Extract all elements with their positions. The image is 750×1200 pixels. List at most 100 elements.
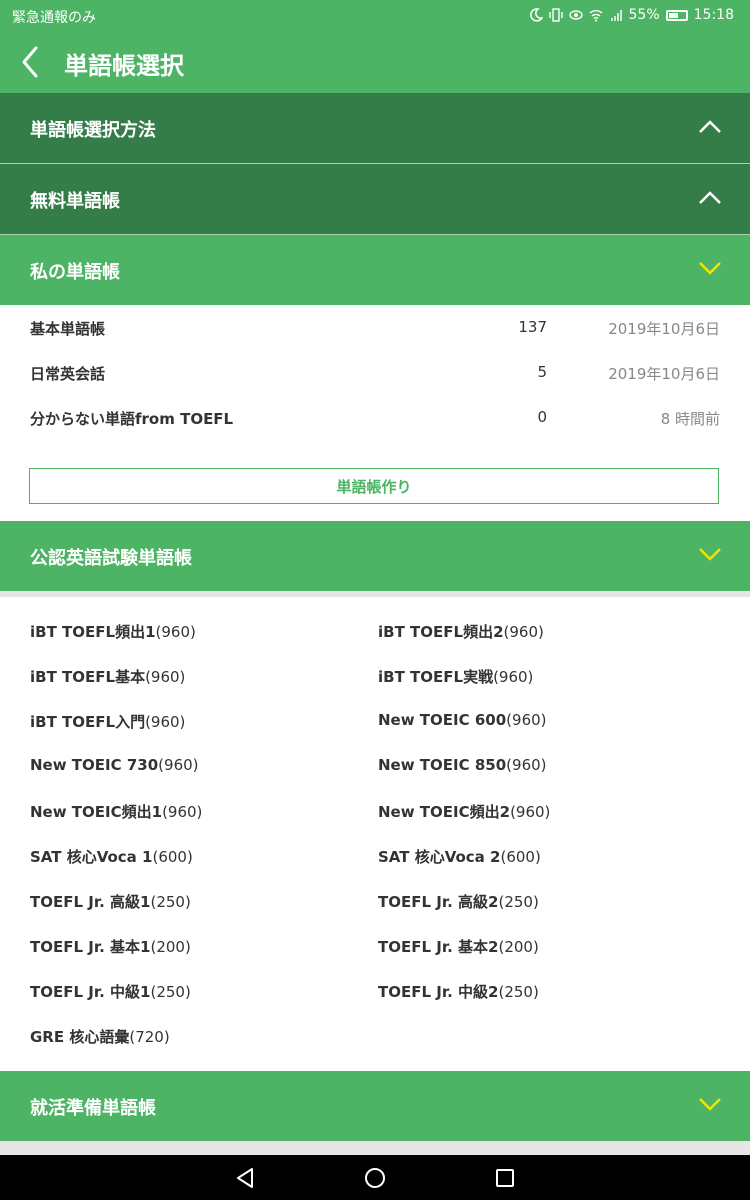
book-count: (960) xyxy=(506,756,547,774)
list-item[interactable]: 日常英会話 5 2019年10月6日 xyxy=(0,353,750,393)
wordbook-count: 0 xyxy=(537,408,547,426)
chevron-down-icon xyxy=(699,262,721,275)
book-name: New TOEIC頻出2 xyxy=(378,803,511,821)
book-count: (200) xyxy=(150,938,191,956)
wordbook-count: 137 xyxy=(518,318,547,336)
list-item[interactable]: iBT TOEFL基本(960) xyxy=(30,666,185,687)
book-count: (600) xyxy=(152,848,193,866)
section-header-job[interactable]: 就活準備単語帳 xyxy=(0,1071,750,1141)
status-carrier-text: 緊急通報のみ xyxy=(12,10,96,26)
signal-icon xyxy=(610,10,622,21)
list-item[interactable]: 基本単語帳 137 2019年10月6日 xyxy=(0,308,750,348)
wordbook-name: 分からない単語from TOEFL xyxy=(30,410,234,428)
section-header-method[interactable]: 単語帳選択方法 xyxy=(0,93,750,163)
book-name: TOEFL Jr. 基本1 xyxy=(30,938,151,956)
book-name: iBT TOEFL頻出1 xyxy=(30,623,156,641)
book-name: iBT TOEFL基本 xyxy=(30,668,146,686)
book-name: TOEFL Jr. 基本2 xyxy=(378,938,499,956)
my-wordbook-panel: 基本単語帳 137 2019年10月6日 日常英会話 5 2019年10月6日 … xyxy=(0,305,750,521)
book-count: (200) xyxy=(498,938,539,956)
section-header-my[interactable]: 私の単語帳 xyxy=(0,235,750,305)
moon-icon xyxy=(529,8,543,22)
book-name: New TOEIC 730 xyxy=(30,756,159,774)
book-count: (960) xyxy=(503,623,544,641)
wordbook-date: 2019年10月6日 xyxy=(608,365,720,383)
list-item[interactable]: SAT 核心Voca 1(600) xyxy=(30,846,193,867)
book-name: TOEFL Jr. 高級1 xyxy=(30,893,151,911)
chevron-up-icon xyxy=(699,120,721,133)
status-bar: 緊急通報のみ 55% 15:18 xyxy=(0,0,750,32)
wordbook-date: 8 時間前 xyxy=(660,410,720,428)
battery-icon xyxy=(665,9,688,21)
list-item[interactable]: iBT TOEFL頻出1(960) xyxy=(30,621,196,642)
section-label: 単語帳選択方法 xyxy=(30,120,156,141)
book-count: (960) xyxy=(162,803,203,821)
book-name: SAT 核心Voca 1 xyxy=(30,848,153,866)
book-name: iBT TOEFL頻出2 xyxy=(378,623,504,641)
book-count: (960) xyxy=(510,803,551,821)
book-name: iBT TOEFL入門 xyxy=(30,713,146,731)
create-wordbook-button[interactable]: 単語帳作り xyxy=(29,468,719,504)
eye-icon xyxy=(568,10,583,20)
book-name: SAT 核心Voca 2 xyxy=(378,848,501,866)
list-item[interactable]: New TOEIC 600(960) xyxy=(378,711,547,729)
list-item[interactable]: TOEFL Jr. 基本2(200) xyxy=(378,936,539,957)
list-item[interactable]: TOEFL Jr. 高級2(250) xyxy=(378,891,539,912)
section-header-free[interactable]: 無料単語帳 xyxy=(0,164,750,234)
section-label: 私の単語帳 xyxy=(30,262,120,283)
status-time: 15:18 xyxy=(693,7,734,23)
list-item[interactable]: TOEFL Jr. 高級1(250) xyxy=(30,891,191,912)
book-count: (960) xyxy=(145,668,186,686)
home-circle-icon[interactable] xyxy=(362,1165,388,1191)
list-item[interactable]: iBT TOEFL実戦(960) xyxy=(378,666,533,687)
page-title: 単語帳選択 xyxy=(64,52,184,80)
chevron-down-icon xyxy=(699,1098,721,1111)
section-label: 就活準備単語帳 xyxy=(30,1098,156,1119)
list-item[interactable]: TOEFL Jr. 基本1(200) xyxy=(30,936,191,957)
list-item[interactable]: New TOEIC頻出2(960) xyxy=(378,801,550,822)
book-name: New TOEIC 850 xyxy=(378,756,507,774)
list-item[interactable]: GRE 核心語彙(720) xyxy=(30,1026,170,1047)
wordbook-count: 5 xyxy=(537,363,547,381)
wordbook-name: 日常英会話 xyxy=(30,365,106,383)
list-item[interactable]: New TOEIC頻出1(960) xyxy=(30,801,202,822)
book-count: (960) xyxy=(155,623,196,641)
list-item[interactable]: iBT TOEFL入門(960) xyxy=(30,711,185,732)
book-name: TOEFL Jr. 中級2 xyxy=(378,983,499,1001)
book-name: New TOEIC頻出1 xyxy=(30,803,163,821)
book-count: (960) xyxy=(158,756,199,774)
section-label: 公認英語試験単語帳 xyxy=(30,548,192,569)
section-label: 無料単語帳 xyxy=(30,191,120,212)
list-item[interactable]: New TOEIC 850(960) xyxy=(378,756,547,774)
book-count: (960) xyxy=(493,668,534,686)
list-item[interactable]: 分からない単語from TOEFL 0 8 時間前 xyxy=(0,398,750,438)
wordbook-name: 基本単語帳 xyxy=(30,320,106,338)
vibrate-icon xyxy=(548,8,563,22)
wifi-icon xyxy=(589,10,602,22)
book-name: TOEFL Jr. 中級1 xyxy=(30,983,151,1001)
system-nav-bar xyxy=(0,1155,750,1200)
list-item[interactable]: TOEFL Jr. 中級2(250) xyxy=(378,981,539,1002)
recents-square-icon[interactable] xyxy=(492,1165,518,1191)
book-count: (960) xyxy=(145,713,186,731)
back-chevron-icon[interactable] xyxy=(12,42,52,82)
book-name: New TOEIC 600 xyxy=(378,711,507,729)
official-wordbook-panel: iBT TOEFL頻出1(960) iBT TOEFL頻出2(960) iBT … xyxy=(0,597,750,1071)
book-count: (250) xyxy=(150,983,191,1001)
book-name: TOEFL Jr. 高級2 xyxy=(378,893,499,911)
status-icons: 55% 15:18 xyxy=(529,7,734,23)
section-header-official[interactable]: 公認英語試験単語帳 xyxy=(0,521,750,591)
back-triangle-icon[interactable] xyxy=(232,1165,258,1191)
chevron-up-icon xyxy=(699,191,721,204)
book-name: iBT TOEFL実戦 xyxy=(378,668,494,686)
app-bar: 単語帳選択 xyxy=(0,32,750,93)
list-item[interactable]: iBT TOEFL頻出2(960) xyxy=(378,621,544,642)
list-item[interactable]: TOEFL Jr. 中級1(250) xyxy=(30,981,191,1002)
battery-percent: 55% xyxy=(628,7,660,23)
book-count: (250) xyxy=(150,893,191,911)
list-item[interactable]: New TOEIC 730(960) xyxy=(30,756,199,774)
list-item[interactable]: SAT 核心Voca 2(600) xyxy=(378,846,541,867)
book-count: (600) xyxy=(500,848,541,866)
book-name: GRE 核心語彙 xyxy=(30,1028,130,1046)
chevron-down-icon xyxy=(699,548,721,561)
